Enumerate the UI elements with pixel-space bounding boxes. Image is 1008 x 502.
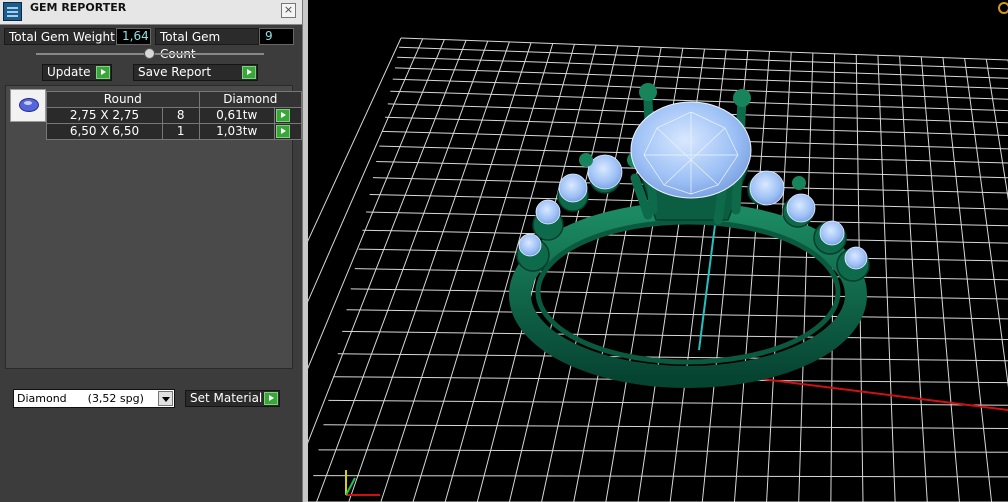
set-material-button-label: Set Material: [190, 391, 263, 405]
grid-line: [354, 268, 1008, 281]
gem-count-cell: 8: [161, 107, 200, 124]
grid-line: [342, 330, 1008, 341]
table-row[interactable]: 2,75 X 2,75 8 0,61tw: [46, 107, 303, 124]
play-arrow-icon: [275, 109, 290, 122]
grid-line: [323, 424, 1008, 429]
grid-line: [316, 40, 489, 502]
chevron-down-icon[interactable]: [158, 391, 173, 406]
axis-triad-icon: [345, 470, 380, 496]
grid-line: [308, 40, 467, 444]
grid-line: [964, 58, 1008, 388]
grid-line: [380, 42, 532, 502]
grid-line: [444, 44, 575, 502]
material-dropdown[interactable]: Diamond (3,52 spg): [13, 389, 175, 408]
grid-line: [346, 309, 1008, 320]
grid-line: [392, 78, 1008, 100]
table-header-material: Diamond: [198, 91, 303, 108]
gem-reporter-panel: GEM REPORTER × Total Gem Weight 1,64 Tot…: [0, 0, 303, 502]
save-report-button[interactable]: Save Report: [133, 64, 258, 81]
gem-reporter-app-icon: [3, 2, 22, 21]
grid-line: [942, 57, 993, 502]
total-gem-weight-value: 1,64: [116, 28, 151, 45]
close-icon[interactable]: ×: [281, 3, 296, 18]
play-arrow-icon: [242, 66, 256, 79]
grid-line: [920, 56, 960, 502]
row-select-button[interactable]: [273, 107, 303, 124]
gem-size-cell: 2,75 X 2,75: [46, 107, 163, 124]
gem-weight-cell: 1,03tw: [198, 123, 275, 140]
ground-grid: [308, 37, 1008, 502]
gem-table: Round Diamond 2,75 X 2,75 8 0,61tw 6,50 …: [46, 91, 303, 140]
round-gem-icon: [10, 89, 46, 122]
grid-line: [318, 449, 1008, 453]
material-dropdown-value: Diamond (3,52 spg): [17, 392, 144, 405]
grid-line: [877, 55, 896, 502]
total-gem-weight-label: Total Gem Weight: [4, 28, 116, 45]
table-header-shape: Round: [46, 91, 200, 108]
panel-titlebar: GEM REPORTER ×: [0, 0, 302, 25]
update-button-label: Update: [47, 65, 91, 79]
grid-line: [899, 56, 928, 502]
grid-line: [766, 52, 792, 502]
grid-line: [985, 59, 1008, 201]
set-material-button[interactable]: Set Material: [185, 390, 280, 407]
table-header-row: Round Diamond: [46, 91, 303, 108]
play-arrow-icon: [264, 392, 278, 405]
ring-model[interactable]: [509, 83, 870, 388]
orientation-icon[interactable]: [998, 2, 1008, 14]
grid-line: [328, 399, 1008, 406]
gem-count-cell: 1: [161, 123, 200, 140]
gem-size-cell: 6,50 X 6,50: [46, 123, 163, 140]
panel-title: GEM REPORTER: [30, 1, 127, 14]
panel-slider-handle[interactable]: [144, 48, 155, 59]
grid-line: [541, 46, 640, 502]
grid-line: [308, 38, 424, 303]
table-row[interactable]: 6,50 X 6,50 1 1,03tw: [46, 123, 303, 140]
grid-line: [798, 52, 814, 502]
total-gem-count-value: 9: [259, 28, 294, 45]
save-report-button-label: Save Report: [138, 65, 212, 79]
y-axis-line: [698, 224, 716, 351]
total-gem-count-label: Total Gem Count: [155, 28, 259, 61]
update-button[interactable]: Update: [42, 64, 112, 81]
grid-line: [358, 248, 1008, 262]
grid-line: [308, 39, 445, 370]
play-arrow-icon: [275, 125, 290, 138]
grid-line: [313, 475, 1008, 478]
3d-viewport[interactable]: [308, 0, 1008, 502]
grid-line: [348, 41, 510, 502]
viewport-canvas[interactable]: [308, 0, 1008, 502]
gem-weight-cell: 0,61tw: [198, 107, 275, 124]
row-select-button[interactable]: [273, 123, 303, 140]
play-arrow-icon: [96, 66, 110, 79]
